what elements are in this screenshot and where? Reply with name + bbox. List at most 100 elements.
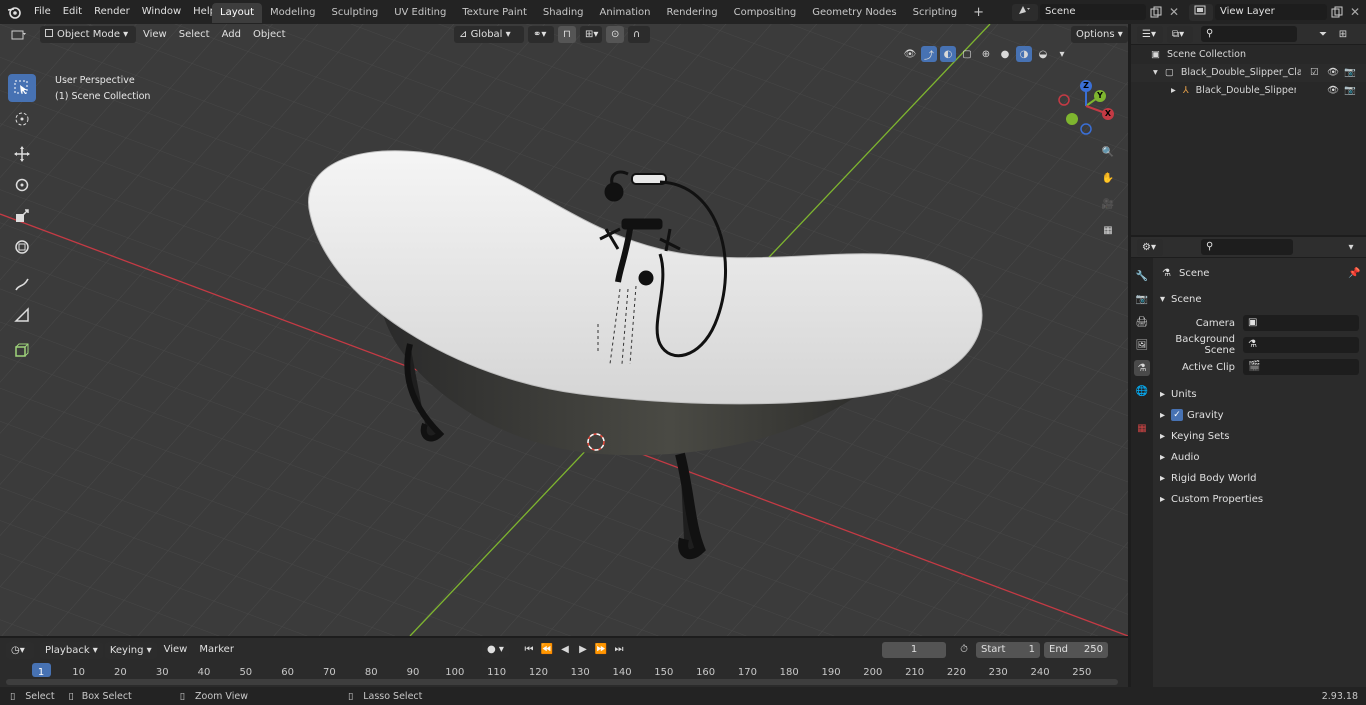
menu-add[interactable]: Add <box>217 26 246 44</box>
eye-icon[interactable]: 👁 <box>1327 82 1339 100</box>
audio-subpanel[interactable]: ▸ Audio <box>1154 447 1366 467</box>
prev-keyframe-icon[interactable]: ⏪ <box>539 642 555 658</box>
tab-shading[interactable]: Shading <box>535 3 592 23</box>
record-button[interactable]: ● ▾ <box>482 641 509 658</box>
camera-icon[interactable]: 🎥 <box>1098 194 1118 214</box>
next-keyframe-icon[interactable]: ⏩ <box>593 642 609 658</box>
outliner-editor-type[interactable]: ☰▾ <box>1137 25 1163 43</box>
tab-sculpting[interactable]: Sculpting <box>324 3 387 23</box>
menu-view[interactable]: View <box>138 26 172 44</box>
outliner-scene-collection[interactable]: ▣ Scene Collection <box>1131 46 1366 64</box>
tab-uv-editing[interactable]: UV Editing <box>386 3 454 23</box>
checkbox-icon[interactable]: ☑ <box>1310 64 1319 82</box>
render-tab-icon[interactable]: 📷 <box>1134 291 1150 307</box>
tab-compositing[interactable]: Compositing <box>726 3 805 23</box>
current-frame-field[interactable]: 1 <box>882 641 946 658</box>
outliner-item[interactable]: ▾ ▢ Black_Double_Slipper_Clawfo ☑ 👁 📷 <box>1131 64 1366 82</box>
play-icon[interactable]: ▶ <box>575 642 591 658</box>
tab-layout[interactable]: Layout <box>212 3 262 23</box>
keying-menu[interactable]: Keying ▾ <box>104 641 157 659</box>
menu-object[interactable]: Object <box>248 26 291 44</box>
new-collection-icon[interactable]: ⊞ <box>1335 26 1351 42</box>
tab-rendering[interactable]: Rendering <box>659 3 726 23</box>
proportional-edit-toggle[interactable]: ⊙ <box>606 26 624 43</box>
solid-shading-icon[interactable]: ● <box>997 46 1013 62</box>
output-tab-icon[interactable]: 🖨 <box>1134 314 1150 330</box>
playback-menu[interactable]: Playback ▾ <box>40 641 103 659</box>
filter-icon[interactable]: ⏷ <box>1315 26 1331 42</box>
menu-edit[interactable]: Edit <box>57 0 88 24</box>
view-layer-browse-button[interactable] <box>1189 3 1213 21</box>
tab-modeling[interactable]: Modeling <box>262 3 324 23</box>
scale-tool[interactable] <box>8 202 36 230</box>
properties-search-input[interactable]: ⚲ <box>1201 239 1293 255</box>
tab-animation[interactable]: Animation <box>592 3 659 23</box>
gizmo-x-label[interactable]: X <box>1102 108 1114 120</box>
outliner-search-input[interactable]: ⚲ <box>1201 26 1297 42</box>
world-tab-icon[interactable]: 🌐 <box>1134 383 1150 399</box>
jump-start-icon[interactable]: ⏮ <box>521 642 537 658</box>
keying-sets-subpanel[interactable]: ▸ Keying Sets <box>1154 426 1366 446</box>
active-clip-field[interactable]: 🎬 <box>1243 359 1359 375</box>
camera-icon[interactable]: 📷 <box>1344 64 1356 82</box>
scene-browse-button[interactable] <box>1012 3 1038 21</box>
menu-select[interactable]: Select <box>174 26 215 44</box>
chevron-down-icon[interactable]: ▾ <box>1054 46 1070 62</box>
pin-icon[interactable]: 📌 <box>1348 268 1360 279</box>
options-dropdown[interactable]: Options ▾ <box>1071 26 1128 43</box>
timeline-view-menu[interactable]: View <box>159 641 193 659</box>
cursor-tool[interactable] <box>8 105 36 133</box>
measure-tool[interactable] <box>8 301 36 329</box>
overlay-toggle-icon[interactable]: ◐ <box>940 46 956 62</box>
texture-tab-icon[interactable]: ▦ <box>1134 420 1150 436</box>
camera-field[interactable]: ▣ <box>1243 315 1359 331</box>
timeline-scrollbar[interactable] <box>6 679 1118 685</box>
scene-name-field[interactable]: Scene <box>1040 4 1146 20</box>
3d-viewport[interactable] <box>0 24 1128 636</box>
copy-icon[interactable] <box>1148 4 1164 20</box>
object-mode-dropdown[interactable]: Object Mode ▾ <box>40 26 136 43</box>
jump-end-icon[interactable]: ⏭ <box>611 642 627 658</box>
play-reverse-icon[interactable]: ◀ <box>557 642 573 658</box>
annotate-tool[interactable] <box>8 270 36 298</box>
snap-dropdown[interactable]: ⊞▾ <box>580 26 602 43</box>
tab-texture-paint[interactable]: Texture Paint <box>454 3 535 23</box>
wireframe-shading-icon[interactable]: ⊕ <box>978 46 994 62</box>
stopwatch-icon[interactable]: ⏱ <box>956 642 972 658</box>
menu-window[interactable]: Window <box>136 0 187 24</box>
view-object-types-icon[interactable]: 👁 <box>902 46 918 62</box>
move-tool[interactable] <box>8 140 36 168</box>
marker-menu[interactable]: Marker <box>194 641 239 659</box>
display-mode-dropdown[interactable]: ⧉▾ <box>1167 25 1193 43</box>
copy-icon[interactable] <box>1329 4 1345 20</box>
rigid-body-world-subpanel[interactable]: ▸ Rigid Body World <box>1154 468 1366 488</box>
navigation-gizmo[interactable]: Z Y X <box>1058 78 1118 138</box>
pivot-dropdown[interactable]: ⚭▾ <box>528 26 554 43</box>
orientation-dropdown[interactable]: ⊿ Global ▾ <box>454 26 524 43</box>
tab-scripting[interactable]: Scripting <box>905 3 965 23</box>
timeline-editor-type[interactable]: ◷▾ <box>6 641 34 659</box>
transform-tool[interactable] <box>8 233 36 261</box>
perspective-grid-icon[interactable]: ▦ <box>1098 220 1118 240</box>
units-subpanel[interactable]: ▸ Units <box>1154 384 1366 404</box>
chevron-down-icon[interactable]: ▾ <box>1343 239 1359 255</box>
gizmo-toggle-icon[interactable]: ⤴ <box>921 46 937 62</box>
snap-toggle[interactable]: ⊓ <box>558 26 576 43</box>
custom-properties-subpanel[interactable]: ▸ Custom Properties <box>1154 489 1366 509</box>
editor-type-button[interactable] <box>6 26 34 43</box>
expand-toggle[interactable]: ▸ <box>1171 85 1176 96</box>
outliner-item[interactable]: ▸ ⅄ Black_Double_Slipper_Cl 👁 📷 <box>1131 82 1366 100</box>
background-scene-field[interactable]: ⚗ <box>1243 337 1359 353</box>
end-frame-field[interactable]: End 250 <box>1044 641 1108 658</box>
zoom-icon[interactable]: 🔍 <box>1098 142 1118 162</box>
select-box-tool[interactable] <box>8 74 36 102</box>
blender-logo-icon[interactable] <box>6 4 22 20</box>
tab-geometry-nodes[interactable]: Geometry Nodes <box>804 3 904 23</box>
view-layer-field[interactable]: View Layer <box>1215 4 1327 20</box>
close-icon[interactable]: ✕ <box>1166 4 1182 20</box>
add-cube-tool[interactable] <box>8 336 36 364</box>
gravity-subpanel[interactable]: ▸ ✓ Gravity <box>1154 405 1366 425</box>
gizmo-y-label[interactable]: Y <box>1094 90 1106 102</box>
add-workspace-button[interactable]: + <box>965 3 992 23</box>
scene-panel-header[interactable]: ▾ Scene <box>1154 289 1366 309</box>
